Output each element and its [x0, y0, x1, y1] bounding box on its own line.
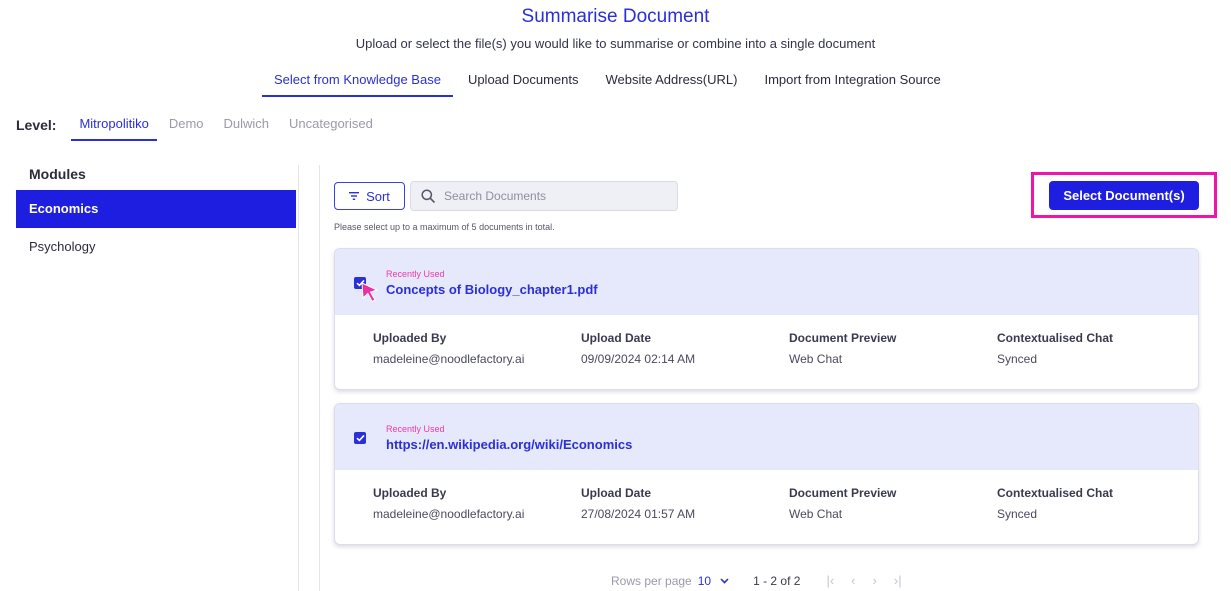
tab-website-address[interactable]: Website Address(URL)	[594, 72, 750, 97]
level-tab-uncategorised[interactable]: Uncategorised	[281, 116, 381, 139]
recently-used-tag: Recently Used	[386, 424, 445, 434]
level-tab-dulwich[interactable]: Dulwich	[216, 116, 278, 139]
meta-label: Contextualised Chat	[997, 331, 1114, 345]
page-title: Summarise Document	[521, 6, 710, 27]
meta-value: Synced	[997, 507, 1038, 521]
meta-contextualised-chat: Contextualised Chat Synced	[997, 486, 1198, 521]
meta-upload-date: Upload Date 27/08/2024 01:57 AM	[581, 486, 789, 521]
panel-divider	[319, 165, 320, 591]
source-tabs: Select from Knowledge Base Upload Docume…	[262, 72, 956, 97]
meta-label: Contextualised Chat	[997, 486, 1114, 500]
rows-per-page-label: Rows per page	[611, 573, 692, 588]
level-tab-demo[interactable]: Demo	[161, 116, 212, 139]
meta-label: Document Preview	[789, 486, 897, 500]
panel-divider	[298, 165, 299, 591]
meta-upload-date: Upload Date 09/09/2024 02:14 AM	[581, 331, 789, 366]
prev-page-icon[interactable]: ‹	[851, 573, 855, 588]
document-name-link[interactable]: https://en.wikipedia.org/wiki/Economics	[386, 437, 632, 452]
sort-label: Sort	[366, 188, 390, 204]
rows-per-page-select[interactable]: 10	[698, 574, 729, 588]
mouse-pointer-icon	[361, 282, 379, 303]
sort-icon	[349, 192, 360, 200]
chevron-down-icon	[720, 577, 729, 584]
search-box	[410, 181, 678, 211]
page-range: 1 - 2 of 2	[753, 573, 801, 588]
module-item-economics[interactable]: Economics	[16, 190, 296, 228]
meta-value: madeleine@noodlefactory.ai	[373, 352, 525, 366]
level-label: Level:	[16, 117, 57, 133]
search-icon	[421, 189, 435, 203]
pagination: Rows per page 10 1 - 2 of 2 |‹ ‹ › ›|	[611, 573, 919, 588]
meta-value: madeleine@noodlefactory.ai	[373, 507, 525, 521]
meta-label: Uploaded By	[373, 331, 447, 345]
meta-value: Web Chat	[789, 507, 843, 521]
level-selector: Level: Mitropolitiko Demo Dulwich Uncate…	[16, 116, 385, 141]
next-page-icon[interactable]: ›	[873, 573, 877, 588]
document-card: Recently Used Concepts of Biology_chapte…	[334, 248, 1199, 390]
document-card: Recently Used https://en.wikipedia.org/w…	[334, 403, 1199, 545]
selection-hint: Please select up to a maximum of 5 docum…	[334, 222, 555, 232]
meta-value: 27/08/2024 01:57 AM	[581, 507, 696, 521]
meta-label: Upload Date	[581, 486, 652, 500]
meta-uploaded-by: Uploaded By madeleine@noodlefactory.ai	[373, 486, 581, 521]
recently-used-tag: Recently Used	[386, 269, 445, 279]
meta-value: Web Chat	[789, 352, 843, 366]
document-meta: Uploaded By madeleine@noodlefactory.ai U…	[373, 486, 1198, 521]
meta-label: Uploaded By	[373, 486, 447, 500]
meta-label: Upload Date	[581, 331, 652, 345]
modules-title: Modules	[29, 166, 86, 182]
select-documents-button[interactable]: Select Document(s)	[1049, 181, 1199, 210]
document-meta: Uploaded By madeleine@noodlefactory.ai U…	[373, 331, 1198, 366]
document-card-header: Recently Used Concepts of Biology_chapte…	[335, 249, 1198, 315]
level-tab-mitropolitiko[interactable]: Mitropolitiko	[71, 116, 157, 141]
search-input[interactable]	[444, 189, 664, 203]
meta-label: Document Preview	[789, 331, 897, 345]
tab-select-knowledge-base[interactable]: Select from Knowledge Base	[262, 72, 453, 97]
document-name-link[interactable]: Concepts of Biology_chapter1.pdf	[386, 282, 598, 297]
module-item-psychology[interactable]: Psychology	[16, 228, 296, 266]
rows-per-page-value: 10	[697, 573, 712, 588]
meta-value: Synced	[997, 352, 1038, 366]
meta-value: 09/09/2024 02:14 AM	[581, 352, 696, 366]
last-page-icon[interactable]: ›|	[894, 573, 902, 588]
meta-document-preview: Document Preview Web Chat	[789, 331, 997, 366]
tab-upload-documents[interactable]: Upload Documents	[456, 72, 591, 97]
meta-document-preview: Document Preview Web Chat	[789, 486, 997, 521]
modules-panel: Modules Economics Psychology	[16, 160, 296, 266]
check-icon	[355, 434, 365, 442]
page-subtitle: Upload or select the file(s) you would l…	[355, 36, 876, 51]
meta-uploaded-by: Uploaded By madeleine@noodlefactory.ai	[373, 331, 581, 366]
document-checkbox[interactable]	[354, 432, 366, 444]
tab-import-integration[interactable]: Import from Integration Source	[752, 72, 952, 97]
sort-button[interactable]: Sort	[334, 182, 405, 210]
first-page-icon[interactable]: |‹	[826, 573, 834, 588]
meta-contextualised-chat: Contextualised Chat Synced	[997, 331, 1198, 366]
document-card-header: Recently Used https://en.wikipedia.org/w…	[335, 404, 1198, 470]
